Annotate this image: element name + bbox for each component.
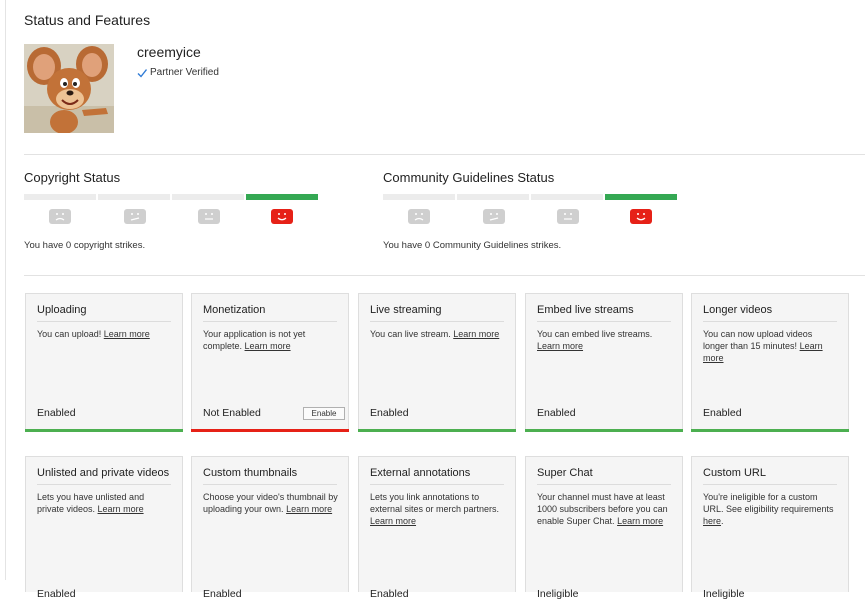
strike-segment [531,194,603,200]
learn-more-link[interactable]: Learn more [537,341,583,351]
page-title: Status and Features [24,12,151,28]
card-divider [203,321,337,322]
feature-card-unlisted-private-videos: Unlisted and private videos Lets you hav… [25,456,183,600]
card-divider [37,321,171,322]
feature-card-uploading: Uploading You can upload! Learn more Ena… [25,293,183,432]
card-description: Lets you have unlisted and private video… [37,492,145,514]
card-title: Uploading [37,304,87,316]
card-description: Your channel must have at least 1000 sub… [537,492,668,526]
neutral-face-icon [198,209,220,224]
card-divider [370,321,504,322]
card-title: Embed live streams [537,304,634,316]
copyright-strikes-text: You have 0 copyright strikes. [24,240,146,251]
card-status: Ineligible [703,588,745,600]
verified-label: Partner Verified [150,67,219,78]
strike-track [24,194,318,200]
card-title: Live streaming [370,304,442,316]
status-bar [358,429,516,432]
check-icon [137,68,147,78]
smile-face-icon [630,209,652,224]
card-status: Enabled [703,407,742,419]
channel-avatar[interactable] [24,44,114,133]
strike-segment [24,194,96,200]
status-bar [25,429,183,432]
card-status: Ineligible [537,588,579,600]
card-divider [537,484,671,485]
divider [24,275,865,276]
status-bar [191,429,349,432]
card-description: You're ineligible for a custom URL. See … [703,492,834,526]
learn-more-link[interactable]: Learn more [370,516,416,526]
feature-card-live-streaming: Live streaming You can live stream. Lear… [358,293,516,432]
status-bar [691,429,849,432]
learn-more-link[interactable]: Learn more [98,504,144,514]
card-divider [370,484,504,485]
card-title: Custom thumbnails [203,467,298,479]
card-status: Enabled [203,588,242,600]
community-status-title: Community Guidelines Status [383,170,555,185]
feature-card-super-chat: Super Chat Your channel must have at lea… [525,456,683,600]
strike-segment [98,194,170,200]
feature-card-longer-videos: Longer videos You can now upload videos … [691,293,849,432]
strike-segment-current [246,194,318,200]
card-description: You can embed live streams. Learn more [537,329,653,351]
copyright-status-title: Copyright Status [24,170,121,185]
card-description: You can now upload videos longer than 15… [703,329,823,363]
learn-more-link[interactable]: Learn more [453,329,499,339]
community-strikes-text: You have 0 Community Guidelines strikes. [383,240,562,251]
divider [24,154,865,155]
card-description: Choose your video's thumbnail by uploadi… [203,492,338,514]
card-title: Monetization [203,304,266,316]
card-divider [703,321,837,322]
card-divider [203,484,337,485]
card-title: Custom URL [703,467,766,479]
card-status: Not Enabled [203,407,261,419]
feature-card-embed-live-streams: Embed live streams You can embed live st… [525,293,683,432]
card-divider [537,321,671,322]
card-status: Enabled [37,588,76,600]
learn-more-link[interactable]: Learn more [286,504,332,514]
smile-face-icon [271,209,293,224]
meh-face-icon [483,209,505,224]
card-description: Lets you link annotations to external si… [370,492,500,526]
card-status: Enabled [370,407,409,419]
neutral-face-icon [557,209,579,224]
card-description: You can live stream. Learn more [370,329,500,339]
card-divider [37,484,171,485]
status-bar [525,429,683,432]
strike-segment [383,194,455,200]
strike-segment [172,194,244,200]
strike-segment [457,194,529,200]
card-status: Enabled [370,588,409,600]
left-border [5,0,6,580]
verified-badge: Partner Verified [137,67,219,78]
card-status: Enabled [37,407,76,419]
enable-button[interactable]: Enable [303,407,345,420]
copyright-status: Copyright Status You have 0 copyright st… [24,170,324,251]
card-title: Unlisted and private videos [37,467,170,479]
feature-card-custom-url: Custom URL You're ineligible for a custo… [691,456,849,600]
feature-card-monetization: Monetization Your application is not yet… [191,293,349,432]
feature-card-external-annotations: External annotations Lets you link annot… [358,456,516,600]
strike-track [383,194,677,200]
learn-more-link[interactable]: Learn more [104,329,150,339]
frown-face-icon [408,209,430,224]
eligibility-link[interactable]: here [703,516,721,526]
learn-more-link[interactable]: Learn more [245,341,291,351]
card-title: External annotations [370,467,471,479]
card-description: Your application is not yet complete. Le… [203,329,306,351]
community-guidelines-status: Community Guidelines Status You have 0 C… [383,170,683,251]
channel-name[interactable]: creemyice [137,44,201,60]
meh-face-icon [124,209,146,224]
card-title: Longer videos [703,304,773,316]
card-title: Super Chat [537,467,593,479]
card-divider [703,484,837,485]
feature-card-custom-thumbnails: Custom thumbnails Choose your video's th… [191,456,349,600]
card-status: Enabled [537,407,576,419]
strike-segment-current [605,194,677,200]
frown-face-icon [49,209,71,224]
card-description: You can upload! Learn more [37,329,150,339]
learn-more-link[interactable]: Learn more [617,516,663,526]
